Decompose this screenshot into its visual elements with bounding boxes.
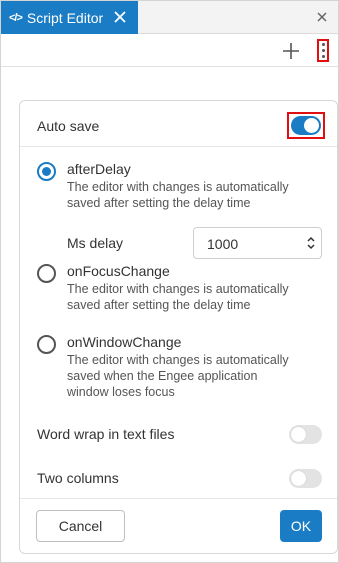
dialog-footer: Cancel OK bbox=[20, 498, 337, 553]
two-columns-toggle[interactable] bbox=[289, 469, 322, 488]
word-wrap-label: Word wrap in text files bbox=[37, 426, 175, 442]
ms-delay-value: 1000 bbox=[207, 236, 239, 252]
option-title-on-window-change: onWindowChange bbox=[67, 334, 182, 350]
radio-on-focus-change[interactable] bbox=[37, 264, 56, 283]
auto-save-label: Auto save bbox=[37, 118, 100, 134]
auto-save-toggle[interactable] bbox=[291, 116, 321, 135]
cancel-button[interactable]: Cancel bbox=[36, 510, 125, 542]
ms-delay-stepper[interactable]: 1000 bbox=[193, 227, 322, 259]
toolbar bbox=[1, 35, 338, 67]
close-icon[interactable] bbox=[112, 9, 128, 25]
tab-bar: </> Script Editor bbox=[1, 1, 338, 34]
auto-save-toggle-highlight bbox=[287, 112, 325, 139]
option-desc-on-focus-change: The editor with changes is automatically… bbox=[67, 282, 289, 312]
option-title-on-focus-change: onFocusChange bbox=[67, 263, 170, 279]
code-icon: </> bbox=[9, 11, 23, 24]
script-editor-window: </> Script Editor Auto save afterDelay T… bbox=[0, 0, 339, 563]
two-columns-label: Two columns bbox=[37, 470, 119, 486]
radio-on-window-change[interactable] bbox=[37, 335, 56, 354]
ms-delay-label: Ms delay bbox=[67, 235, 124, 251]
settings-panel: Auto save afterDelay The editor with cha… bbox=[19, 100, 338, 554]
plus-icon[interactable] bbox=[281, 41, 301, 61]
ok-button[interactable]: OK bbox=[280, 510, 322, 542]
option-desc-after-delay: The editor with changes is automatically… bbox=[67, 180, 289, 210]
auto-save-row: Auto save bbox=[20, 101, 337, 147]
option-title-after-delay: afterDelay bbox=[67, 161, 131, 177]
vertical-dots-icon[interactable] bbox=[317, 39, 329, 62]
word-wrap-toggle[interactable] bbox=[289, 425, 322, 444]
tab-title: Script Editor bbox=[26, 9, 104, 26]
tab-script-editor[interactable]: </> Script Editor bbox=[1, 1, 138, 34]
up-down-arrows-icon[interactable] bbox=[307, 236, 315, 250]
option-desc-on-window-change: The editor with changes is automatically… bbox=[67, 353, 289, 399]
window-close-icon[interactable] bbox=[315, 10, 329, 24]
radio-after-delay[interactable] bbox=[37, 162, 56, 181]
